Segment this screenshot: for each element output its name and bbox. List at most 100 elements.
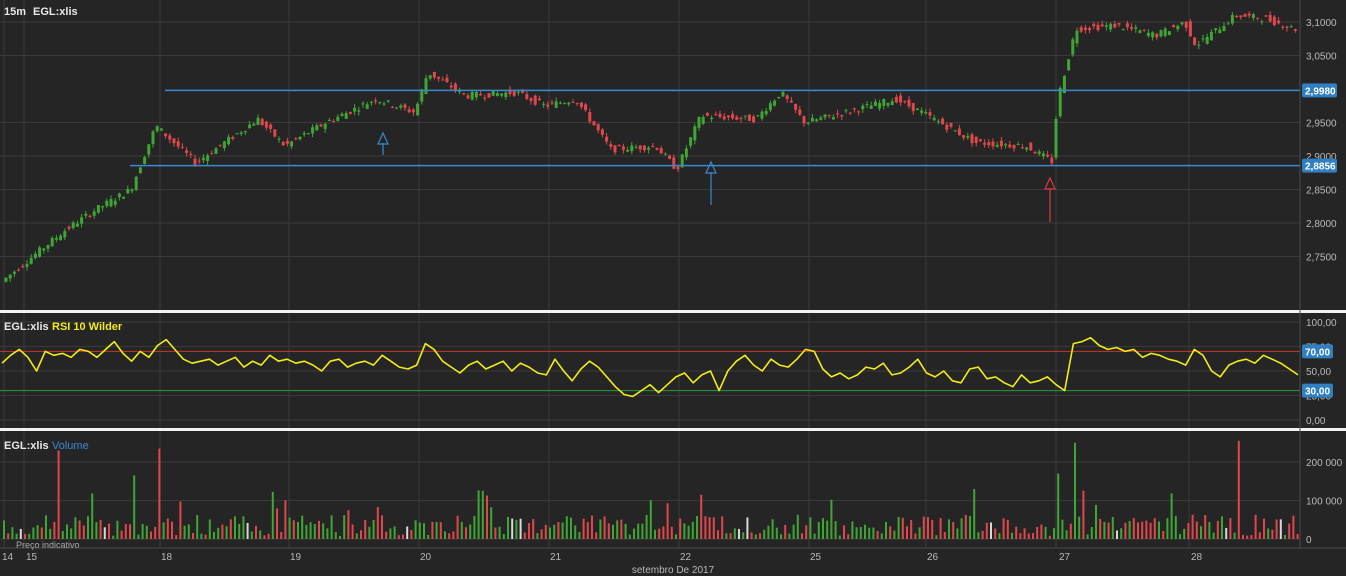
candle-body[interactable] (487, 93, 491, 98)
candle-body[interactable] (63, 231, 67, 238)
candle-body[interactable] (1251, 14, 1255, 18)
candle-body[interactable] (588, 112, 592, 122)
candle-body[interactable] (655, 147, 659, 150)
candle-body[interactable] (277, 138, 281, 140)
candle-body[interactable] (542, 103, 546, 105)
candle-body[interactable] (1243, 14, 1247, 17)
candle-body[interactable] (437, 76, 441, 79)
candle-body[interactable] (693, 126, 697, 141)
candle-body[interactable] (563, 103, 567, 105)
candle-body[interactable] (378, 102, 382, 104)
candle-body[interactable] (1188, 21, 1192, 37)
candle-body[interactable] (1029, 142, 1033, 151)
candle-body[interactable] (151, 131, 155, 145)
candle-body[interactable] (420, 89, 424, 102)
candle-body[interactable] (1222, 26, 1226, 32)
candle-body[interactable] (88, 215, 92, 217)
candle-body[interactable] (920, 110, 924, 113)
candle-body[interactable] (1041, 153, 1045, 157)
candle-body[interactable] (126, 189, 130, 194)
candle-body[interactable] (584, 104, 588, 111)
candle-body[interactable] (1163, 28, 1167, 36)
candle-body[interactable] (206, 155, 210, 161)
candle-body[interactable] (201, 157, 205, 161)
candle-body[interactable] (319, 124, 323, 127)
candle-body[interactable] (105, 200, 109, 207)
candle-body[interactable] (1197, 44, 1201, 46)
candle-body[interactable] (512, 91, 516, 96)
candle-body[interactable] (1025, 147, 1029, 150)
candle-body[interactable] (789, 100, 793, 103)
candle-body[interactable] (1096, 24, 1100, 31)
candle-body[interactable] (726, 115, 730, 118)
candle-body[interactable] (390, 106, 394, 108)
candle-body[interactable] (332, 121, 336, 123)
candle-body[interactable] (1046, 154, 1050, 157)
candle-body[interactable] (374, 100, 378, 102)
candle-body[interactable] (689, 137, 693, 146)
candle-body[interactable] (621, 146, 625, 150)
candle-body[interactable] (1268, 14, 1272, 22)
candle-body[interactable] (218, 144, 222, 146)
candle-body[interactable] (235, 133, 239, 135)
candle-body[interactable] (353, 107, 357, 112)
candle-body[interactable] (953, 130, 957, 132)
candle-body[interactable] (869, 105, 873, 109)
candle-body[interactable] (172, 138, 176, 144)
candle-body[interactable] (1020, 147, 1024, 149)
candle-body[interactable] (802, 116, 806, 124)
candle-body[interactable] (227, 136, 231, 145)
candle-body[interactable] (1214, 28, 1218, 30)
candle-body[interactable] (1264, 15, 1268, 17)
candle-body[interactable] (231, 137, 235, 139)
candle-body[interactable] (596, 124, 600, 131)
candle-body[interactable] (411, 109, 415, 113)
candle-body[interactable] (831, 117, 835, 120)
candle-body[interactable] (1071, 39, 1075, 55)
candle-body[interactable] (533, 95, 537, 105)
candle-body[interactable] (269, 124, 273, 129)
candle-body[interactable] (924, 112, 928, 114)
candle-body[interactable] (945, 124, 949, 130)
candle-body[interactable] (1079, 27, 1083, 32)
candle-body[interactable] (575, 103, 579, 105)
candle-body[interactable] (798, 109, 802, 115)
candle-body[interactable] (882, 99, 886, 106)
candle-body[interactable] (54, 237, 58, 240)
candle-body[interactable] (407, 109, 411, 113)
candle-body[interactable] (579, 102, 583, 108)
candle-body[interactable] (441, 79, 445, 81)
candle-body[interactable] (1092, 23, 1096, 27)
candle-body[interactable] (273, 129, 277, 137)
candle-body[interactable] (1142, 29, 1146, 31)
candle-body[interactable] (193, 158, 197, 165)
candle-body[interactable] (290, 141, 294, 147)
candle-body[interactable] (865, 104, 869, 106)
candle-body[interactable] (395, 107, 399, 109)
candle-body[interactable] (605, 136, 609, 142)
candle-body[interactable] (222, 141, 226, 149)
trading-chart[interactable]: 14 15 18 19 20 21 22 25 26 27 28 3,1000 3,0500 2,9500… (0, 0, 1346, 576)
candle-body[interactable] (668, 155, 672, 159)
candle-body[interactable] (1256, 17, 1260, 19)
candle-body[interactable] (365, 104, 369, 109)
candle-body[interactable] (1293, 29, 1297, 31)
candle-body[interactable] (647, 147, 651, 150)
candle-body[interactable] (1075, 30, 1079, 44)
candle-body[interactable] (252, 123, 256, 126)
candle-body[interactable] (424, 78, 428, 94)
candle-body[interactable] (638, 145, 642, 150)
candle-body[interactable] (810, 117, 814, 122)
candle-body[interactable] (1054, 118, 1058, 158)
candle-body[interactable] (256, 117, 260, 125)
candle-body[interactable] (260, 119, 264, 125)
candle-body[interactable] (109, 198, 113, 207)
candle-body[interactable] (281, 141, 285, 146)
candle-body[interactable] (705, 113, 709, 116)
candle-body[interactable] (592, 121, 596, 126)
candle-body[interactable] (1230, 14, 1234, 24)
candle-body[interactable] (130, 189, 134, 192)
candle-body[interactable] (495, 93, 499, 97)
candle-body[interactable] (1277, 20, 1281, 24)
candle-body[interactable] (743, 115, 747, 117)
